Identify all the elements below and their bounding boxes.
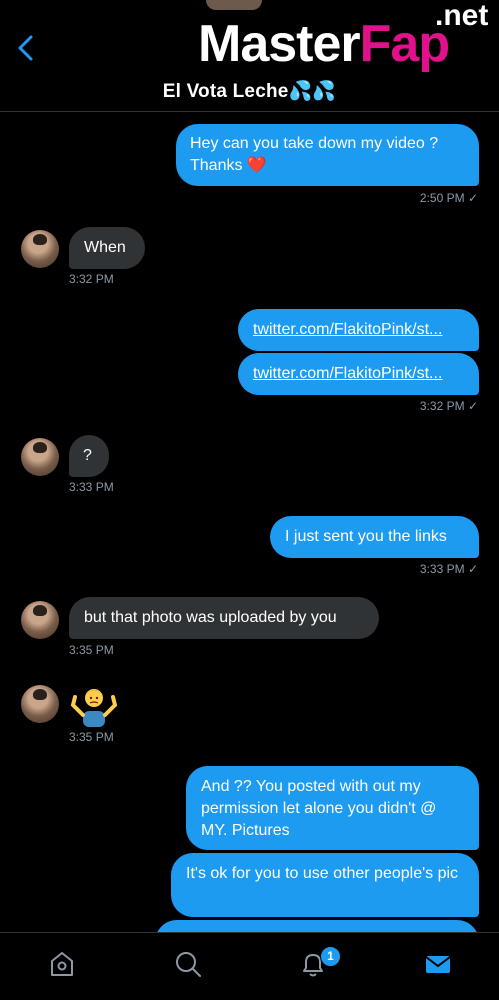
header-avatar[interactable]	[206, 0, 262, 10]
message-bubble-outgoing[interactable]: I just sent you the links	[270, 516, 479, 558]
watermark-logo: MasterFap .net	[198, 0, 489, 73]
message-bubble-outgoing[interactable]: It's ok for you to use other people's pi…	[171, 853, 479, 917]
home-icon[interactable]	[47, 949, 77, 979]
avatar[interactable]	[21, 685, 59, 723]
avatar[interactable]	[21, 601, 59, 639]
message-timestamp: 3:33 PM	[69, 480, 114, 494]
message-link-bubble[interactable]: twitter.com/FlakitoPink/st...	[238, 353, 479, 395]
message-bubble-incoming[interactable]: ?	[69, 435, 109, 477]
message-link-bubble[interactable]: twitter.com/FlakitoPink/st...	[238, 309, 479, 351]
message-timestamp: 3:33 PM ✓	[419, 562, 478, 576]
back-chevron-icon[interactable]	[12, 30, 40, 66]
search-icon[interactable]	[173, 949, 203, 979]
message-bubble-outgoing[interactable]: Hey can you take down my video ? Thanks …	[176, 124, 479, 186]
notifications-badge: 1	[320, 946, 341, 967]
mail-icon[interactable]	[423, 949, 453, 979]
conversation-title[interactable]: El Vota Leche💦💦	[0, 79, 499, 103]
message-bubble-outgoing[interactable]: And ?? You posted with out my permission…	[186, 766, 479, 850]
avatar[interactable]	[21, 230, 59, 268]
message-timestamp: 3:35 PM	[69, 730, 114, 744]
message-bubble-incoming[interactable]: but that photo was uploaded by you	[69, 597, 379, 639]
message-timestamp: 3:32 PM	[69, 272, 114, 286]
message-bubble-incoming[interactable]: When	[69, 227, 145, 269]
message-timestamp: 2:50 PM ✓	[419, 191, 478, 205]
message-timestamp: 3:35 PM	[69, 643, 114, 657]
shrug-emoji[interactable]	[69, 683, 119, 727]
message-timestamp: 3:32 PM ✓	[419, 399, 478, 413]
bottom-tab-bar	[0, 932, 499, 1000]
avatar[interactable]	[21, 438, 59, 476]
